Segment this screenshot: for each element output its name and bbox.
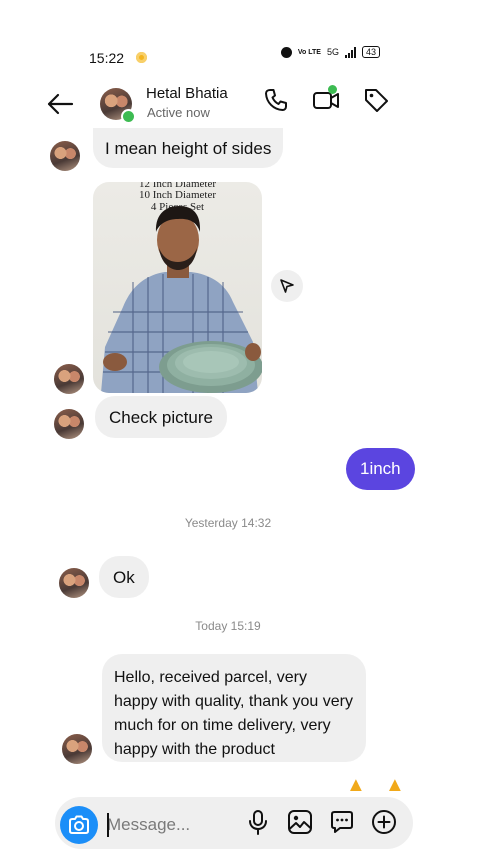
phone-icon[interactable] <box>262 86 290 114</box>
sender-avatar <box>54 364 84 394</box>
status-time: 15:22 <box>89 50 125 66</box>
folded-hands-emoji: ▲ <box>346 774 366 796</box>
battery-indicator: 43 <box>361 46 380 58</box>
tag-icon[interactable] <box>362 86 390 114</box>
gallery-icon[interactable] <box>286 808 314 836</box>
message-bubble[interactable]: Check picture <box>95 396 227 438</box>
message-bubble[interactable]: Ok <box>99 556 149 598</box>
status-indicators: Vo LTE 5G 43 <box>280 46 380 58</box>
camera-button[interactable] <box>60 806 98 844</box>
add-icon[interactable] <box>370 808 398 836</box>
alarm-icon <box>280 46 292 58</box>
video-active-indicator <box>328 85 337 94</box>
sender-avatar <box>50 141 80 171</box>
sender-avatar <box>62 734 92 764</box>
contact-status: Active now <box>147 105 210 120</box>
message-input[interactable] <box>107 812 237 838</box>
notification-icon <box>136 52 147 63</box>
text-cursor <box>107 813 109 837</box>
folded-hands-emoji: ▲ <box>385 774 405 796</box>
photo-image <box>101 206 262 393</box>
volte-label: Vo LTE <box>297 48 321 56</box>
sent-message-bubble[interactable]: 1inch <box>346 448 415 490</box>
back-arrow-icon[interactable] <box>46 92 74 116</box>
camera-icon <box>69 815 89 834</box>
network-label: 5G <box>326 47 339 57</box>
message-bubble[interactable]: I mean height of sides <box>93 128 284 168</box>
sticker-icon[interactable] <box>328 808 356 836</box>
share-icon <box>280 279 294 293</box>
microphone-icon[interactable] <box>244 808 272 836</box>
sender-avatar <box>54 409 84 439</box>
message-bubble[interactable]: Hello, received parcel, very happy with … <box>102 654 366 762</box>
online-indicator <box>121 109 136 124</box>
chat-screen: 15:22 Vo LTE 5G 43 Hetal Bhatia Active n… <box>0 0 480 853</box>
shared-photo[interactable]: 12 Inch Diameter 10 Inch Diameter 4 Piec… <box>93 182 262 393</box>
timestamp: Today 15:19 <box>195 619 261 633</box>
forward-button[interactable] <box>271 270 303 302</box>
contact-name[interactable]: Hetal Bhatia <box>146 85 228 102</box>
sender-avatar <box>59 568 89 598</box>
signal-icon <box>344 46 356 58</box>
timestamp: Yesterday 14:32 <box>184 516 272 530</box>
